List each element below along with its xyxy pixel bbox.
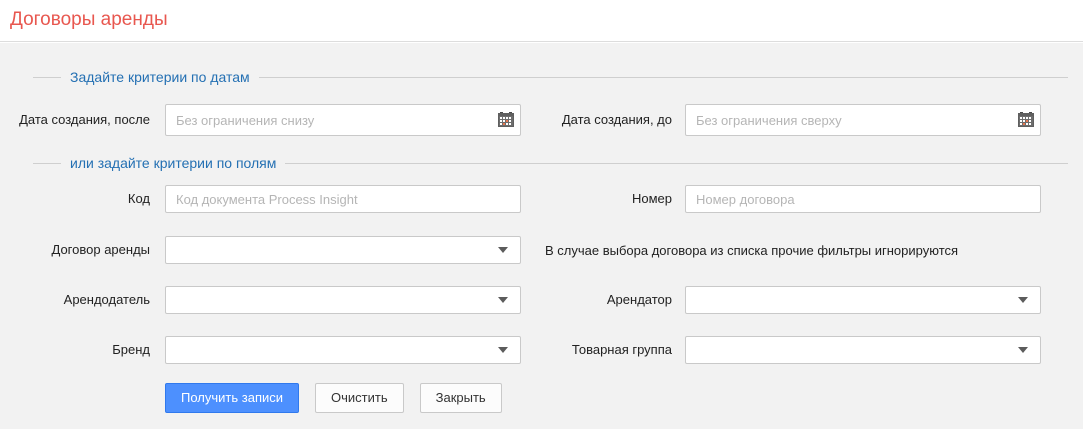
brand-dropdown-value [166,337,520,363]
lessor-dropdown-value [166,287,520,313]
tenant-label: Арендатор [606,292,672,307]
fields-section-legend-label: или задайте критерии по полям [70,155,277,171]
contract-dropdown-value [166,237,520,263]
code-label: Код [127,191,150,206]
close-button[interactable]: Закрыть [419,383,502,413]
fields-section-legend: или задайте критерии по полям [33,155,1068,171]
date-to-label: Дата создания, до [561,112,672,127]
window-header: Договоры аренды [0,0,1083,42]
clear-button[interactable]: Очистить [315,383,404,413]
calendar-icon[interactable] [498,112,514,128]
contract-label: Договор аренды [51,242,151,257]
number-input[interactable] [685,185,1041,213]
date-to-field-wrap [685,104,1041,136]
tenant-dropdown-value [686,287,1040,313]
number-field-wrap [685,185,1041,213]
date-after-label: Дата создания, после [19,112,150,127]
chevron-down-icon [1018,347,1028,353]
legend-rule [33,76,61,78]
tenant-dropdown[interactable] [685,286,1041,314]
chevron-down-icon [498,297,508,303]
date-after-input[interactable] [165,104,521,136]
lessor-dropdown[interactable] [165,286,521,314]
action-buttons: Получить записи Очистить Закрыть [165,383,502,413]
product-group-dropdown[interactable] [685,336,1041,364]
contract-note: В случае выбора договора из списка прочи… [545,243,959,258]
brand-dropdown[interactable] [165,336,521,364]
legend-rule [33,162,61,164]
chevron-down-icon [498,247,508,253]
chevron-down-icon [1018,297,1028,303]
lease-contracts-filter-window: Договоры аренды Задайте критерии по дата… [0,0,1083,429]
dates-section-legend: Задайте критерии по датам [33,69,1068,85]
dates-section-legend-label: Задайте критерии по датам [70,69,250,85]
product-group-dropdown-value [686,337,1040,363]
date-to-input[interactable] [685,104,1041,136]
calendar-icon[interactable] [1018,112,1034,128]
get-records-button[interactable]: Получить записи [165,383,300,413]
filter-form-panel [0,43,1083,429]
chevron-down-icon [498,347,508,353]
brand-label: Бренд [112,342,150,357]
date-after-field-wrap [165,104,521,136]
page-title: Договоры аренды [10,9,168,30]
code-input[interactable] [165,185,521,213]
legend-rule [258,76,1068,78]
code-field-wrap [165,185,521,213]
contract-dropdown[interactable] [165,236,521,264]
product-group-label: Товарная группа [571,342,672,357]
lessor-label: Арендодатель [63,292,150,307]
legend-rule [285,162,1068,164]
number-label: Номер [631,191,672,206]
